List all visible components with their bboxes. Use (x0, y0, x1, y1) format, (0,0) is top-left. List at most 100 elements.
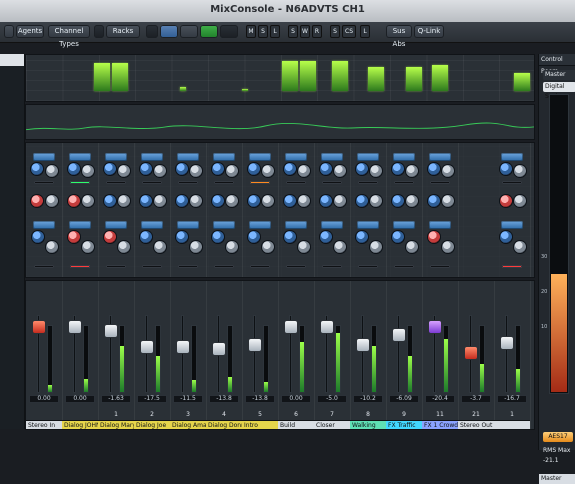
insert-label[interactable] (213, 153, 235, 161)
channel-name[interactable]: Build (278, 420, 314, 429)
insert-label[interactable] (249, 221, 271, 229)
channel-name[interactable]: Walking (350, 420, 386, 429)
insert-knob[interactable] (68, 163, 80, 175)
channel-name[interactable]: Dialog JOHN (62, 420, 98, 429)
insert-knob[interactable] (31, 195, 43, 207)
fader[interactable] (249, 339, 261, 351)
channel-name[interactable]: Dialog Joe (134, 420, 170, 429)
insert-knob[interactable] (442, 165, 454, 177)
channel-name[interactable]: Closer (314, 420, 350, 429)
transport-play-icon[interactable] (200, 25, 218, 38)
listen-all-button[interactable]: L (270, 25, 280, 38)
insert-knob[interactable] (370, 165, 382, 177)
insert-knob[interactable] (262, 241, 274, 253)
fader[interactable] (321, 321, 333, 333)
cs-button[interactable]: CS (342, 25, 356, 38)
insert-label[interactable] (213, 221, 235, 229)
insert-knob[interactable] (104, 195, 116, 207)
transport-loop-icon[interactable] (146, 25, 158, 38)
fader[interactable] (357, 339, 369, 351)
insert-knob[interactable] (82, 195, 94, 207)
link-button[interactable]: L (360, 25, 370, 38)
insert-knob[interactable] (356, 195, 368, 207)
insert-label[interactable] (429, 221, 451, 229)
insert-knob[interactable] (514, 241, 526, 253)
insert-knob[interactable] (298, 165, 310, 177)
q-link-button[interactable]: Q-Link (414, 25, 444, 38)
insert-label[interactable] (357, 221, 379, 229)
insert-knob[interactable] (428, 231, 440, 243)
insert-knob[interactable] (31, 163, 43, 175)
insert-knob[interactable] (262, 165, 274, 177)
insert-label[interactable] (105, 153, 127, 161)
insert-knob[interactable] (284, 195, 296, 207)
fader[interactable] (393, 329, 405, 341)
insert-knob[interactable] (262, 195, 274, 207)
insert-knob[interactable] (356, 163, 368, 175)
insert-knob[interactable] (392, 231, 404, 243)
channel-name[interactable] (494, 420, 530, 429)
insert-label[interactable] (33, 153, 55, 161)
fader[interactable] (141, 341, 153, 353)
agents-button[interactable]: Agents (16, 25, 44, 38)
fader[interactable] (177, 341, 189, 353)
mute-all-button[interactable]: M (246, 25, 256, 38)
sync-button[interactable]: S (288, 25, 298, 38)
insert-knob[interactable] (190, 165, 202, 177)
insert-knob[interactable] (32, 231, 44, 243)
insert-knob[interactable] (514, 165, 526, 177)
insert-knob[interactable] (370, 241, 382, 253)
channel-types-button[interactable]: Channel Types (48, 25, 90, 48)
insert-knob[interactable] (284, 163, 296, 175)
insert-knob[interactable] (428, 195, 440, 207)
insert-knob[interactable] (46, 165, 58, 177)
insert-knob[interactable] (428, 163, 440, 175)
insert-label[interactable] (33, 221, 55, 229)
insert-label[interactable] (177, 153, 199, 161)
insert-knob[interactable] (68, 231, 80, 243)
insert-knob[interactable] (212, 163, 224, 175)
channel-name[interactable]: FX Traffic (386, 420, 422, 429)
insert-knob[interactable] (46, 241, 58, 253)
insert-knob[interactable] (82, 165, 94, 177)
suspend-button[interactable]: S (330, 25, 340, 38)
insert-label[interactable] (141, 221, 163, 229)
insert-knob[interactable] (298, 241, 310, 253)
insert-label[interactable] (69, 153, 91, 161)
insert-knob[interactable] (176, 231, 188, 243)
insert-label[interactable] (357, 153, 379, 161)
insert-knob[interactable] (190, 241, 202, 253)
insert-label[interactable] (249, 153, 271, 161)
insert-knob[interactable] (140, 195, 152, 207)
insert-knob[interactable] (154, 241, 166, 253)
fader[interactable] (429, 321, 441, 333)
insert-knob[interactable] (406, 195, 418, 207)
insert-label[interactable] (105, 221, 127, 229)
channel-name[interactable]: Stereo Out (458, 420, 494, 429)
insert-knob[interactable] (392, 195, 404, 207)
insert-knob[interactable] (334, 165, 346, 177)
insert-knob[interactable] (392, 163, 404, 175)
insert-label[interactable] (321, 221, 343, 229)
insert-label[interactable] (177, 221, 199, 229)
insert-knob[interactable] (298, 195, 310, 207)
insert-knob[interactable] (406, 241, 418, 253)
insert-knob[interactable] (140, 163, 152, 175)
insert-knob[interactable] (118, 241, 130, 253)
insert-knob[interactable] (226, 195, 238, 207)
insert-label[interactable] (501, 153, 523, 161)
insert-knob[interactable] (154, 195, 166, 207)
insert-knob[interactable] (190, 195, 202, 207)
insert-knob[interactable] (176, 163, 188, 175)
channel-name[interactable]: Dialog Donny (206, 420, 242, 429)
insert-knob[interactable] (320, 231, 332, 243)
meter-type-select[interactable]: Digital Scale (543, 82, 575, 100)
insert-knob[interactable] (356, 231, 368, 243)
insert-knob[interactable] (82, 241, 94, 253)
fader[interactable] (69, 321, 81, 333)
insert-knob[interactable] (248, 231, 260, 243)
fader[interactable] (501, 337, 513, 349)
insert-knob[interactable] (406, 165, 418, 177)
insert-label[interactable] (393, 221, 415, 229)
insert-knob[interactable] (140, 231, 152, 243)
